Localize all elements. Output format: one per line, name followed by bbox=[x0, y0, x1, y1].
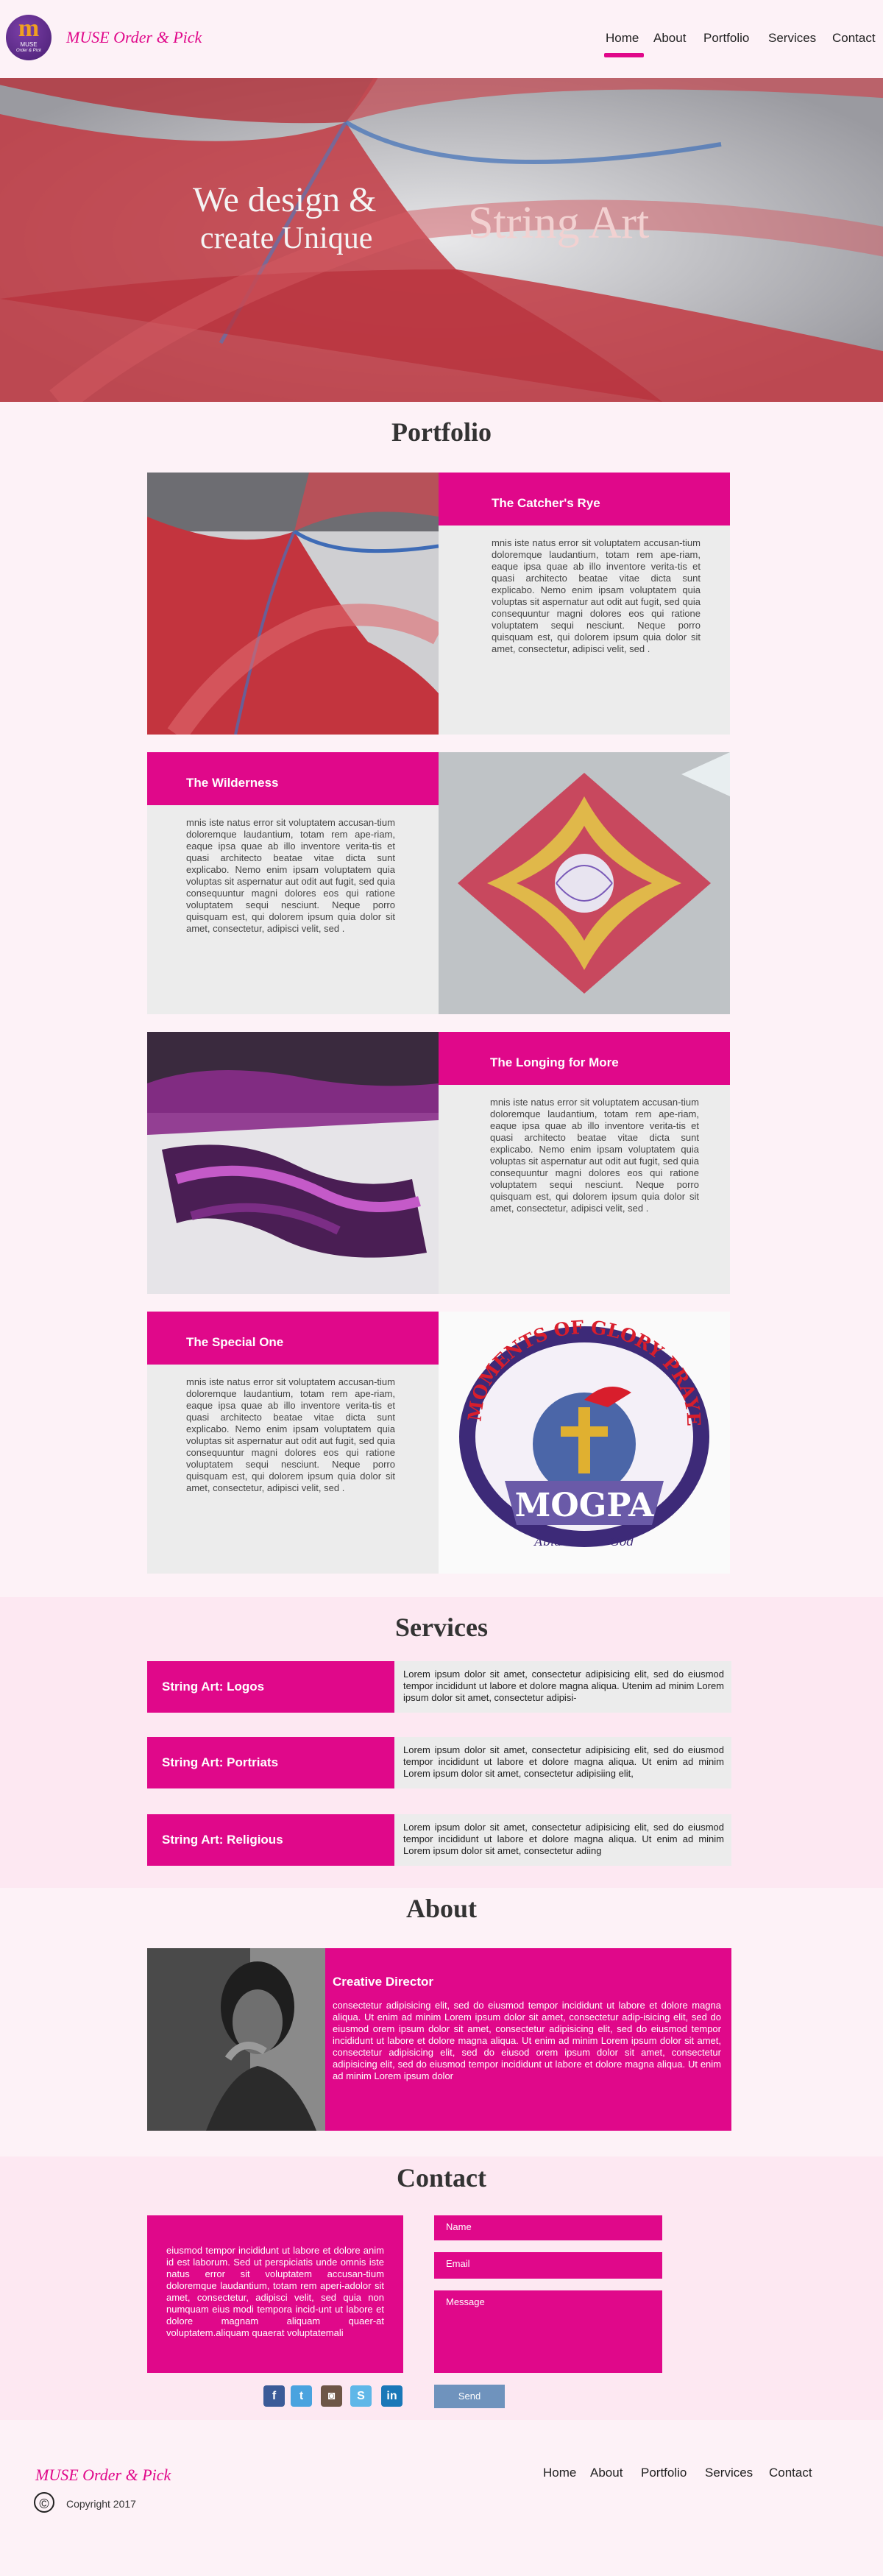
email-field[interactable]: Email bbox=[434, 2252, 662, 2279]
portfolio-item-text: mnis iste natus error sit voluptatem acc… bbox=[492, 537, 701, 654]
footer-nav-contact[interactable]: Contact bbox=[769, 2466, 812, 2480]
footer-nav-home[interactable]: Home bbox=[543, 2466, 576, 2480]
skype-icon[interactable]: S bbox=[350, 2385, 372, 2407]
contact-info-panel: eiusmod tempor incididunt ut labore et d… bbox=[147, 2215, 403, 2373]
portfolio-panel-3: The Longing for More mnis iste natus err… bbox=[439, 1032, 730, 1294]
footer-nav-services[interactable]: Services bbox=[705, 2466, 753, 2480]
portfolio-image-longing-for-more[interactable] bbox=[147, 1032, 439, 1294]
portfolio-image-special-one[interactable]: MOMENTS OF GLORY PRAYER ARMY MOGPA Abiaz… bbox=[439, 1312, 730, 1574]
name-field[interactable]: Name bbox=[434, 2215, 662, 2240]
service-description-text: Lorem ipsum dolor sit amet, consectetur … bbox=[403, 1744, 724, 1779]
facebook-icon[interactable]: f bbox=[263, 2385, 285, 2407]
message-field-placeholder: Message bbox=[446, 2296, 485, 2307]
service-description-religious: Lorem ipsum dolor sit amet, consectetur … bbox=[394, 1814, 731, 1866]
logo-letter: m bbox=[18, 15, 40, 42]
hero-string-art-image bbox=[0, 78, 883, 402]
portfolio-header-4: The Special One bbox=[147, 1312, 439, 1365]
portfolio-panel-4: The Special One mnis iste natus error si… bbox=[147, 1312, 439, 1574]
linkedin-icon[interactable]: in bbox=[381, 2385, 403, 2407]
service-label-religious[interactable]: String Art: Religious bbox=[147, 1814, 394, 1866]
instagram-icon[interactable]: ◙ bbox=[321, 2385, 342, 2407]
nav-about[interactable]: About bbox=[653, 31, 686, 46]
director-photo bbox=[147, 1948, 325, 2131]
hero-banner: We design & create Unique String Art bbox=[0, 78, 883, 402]
brand-name[interactable]: MUSE Order & Pick bbox=[66, 28, 202, 47]
about-title: About bbox=[405, 1894, 478, 1923]
portfolio-title: Portfolio bbox=[391, 417, 492, 447]
footer-brand[interactable]: MUSE Order & Pick bbox=[35, 2466, 171, 2485]
portfolio-item-title: The Wilderness bbox=[186, 776, 279, 790]
portfolio-header-2: The Wilderness bbox=[147, 752, 439, 805]
service-label-portraits[interactable]: String Art: Portriats bbox=[147, 1737, 394, 1788]
mogpa-motto: Abiaze - For God bbox=[533, 1535, 634, 1549]
portfolio-panel-1: The Catcher's Rye mnis iste natus error … bbox=[439, 473, 730, 735]
hero-headline-line2: create Unique bbox=[200, 222, 373, 255]
about-text: consectetur adipisicing elit, sed do eiu… bbox=[333, 2000, 721, 2081]
service-label-text: String Art: Logos bbox=[162, 1680, 265, 1694]
portfolio-panel-2: The Wilderness mnis iste natus error sit… bbox=[147, 752, 439, 1014]
send-button[interactable]: Send bbox=[434, 2385, 505, 2408]
logo[interactable]: m MUSE Order & Pick bbox=[6, 15, 52, 60]
active-nav-indicator bbox=[604, 53, 644, 57]
service-description-text: Lorem ipsum dolor sit amet, consectetur … bbox=[403, 1669, 724, 1703]
service-description-portraits: Lorem ipsum dolor sit amet, consectetur … bbox=[394, 1737, 731, 1788]
service-description-logos: Lorem ipsum dolor sit amet, consectetur … bbox=[394, 1661, 731, 1713]
site-header: m MUSE Order & Pick MUSE Order & Pick Ho… bbox=[0, 0, 883, 78]
hero-headline-accent: String Art bbox=[468, 198, 650, 248]
service-label-text: String Art: Religious bbox=[162, 1833, 283, 1847]
portfolio-header-3: The Longing for More bbox=[439, 1032, 730, 1085]
footer-nav-portfolio[interactable]: Portfolio bbox=[641, 2466, 687, 2480]
service-label-text: String Art: Portriats bbox=[162, 1755, 279, 1769]
service-description-text: Lorem ipsum dolor sit amet, consectetur … bbox=[403, 1822, 724, 1856]
name-field-placeholder: Name bbox=[446, 2221, 472, 2232]
portfolio-image-catchers-rye[interactable] bbox=[147, 473, 439, 735]
portfolio-image-wilderness[interactable] bbox=[439, 752, 730, 1014]
portfolio-item-title: The Special One bbox=[186, 1335, 284, 1349]
portfolio-item-text: mnis iste natus error sit voluptatem acc… bbox=[490, 1097, 699, 1214]
portfolio-item-title: The Catcher's Rye bbox=[492, 496, 600, 510]
nav-contact[interactable]: Contact bbox=[832, 31, 876, 46]
twitter-icon[interactable]: t bbox=[291, 2385, 312, 2407]
message-field[interactable]: Message bbox=[434, 2290, 662, 2373]
copyright-icon: © bbox=[34, 2492, 54, 2513]
contact-title: Contact bbox=[397, 2163, 486, 2193]
mogpa-logo-image: MOMENTS OF GLORY PRAYER ARMY MOGPA Abiaz… bbox=[439, 1312, 730, 1574]
nav-services[interactable]: Services bbox=[768, 31, 816, 46]
email-field-placeholder: Email bbox=[446, 2258, 470, 2269]
nav-home[interactable]: Home bbox=[606, 31, 639, 46]
nav-portfolio[interactable]: Portfolio bbox=[703, 31, 749, 46]
director-role: Creative Director bbox=[333, 1975, 434, 1989]
mogpa-acronym: MOGPA bbox=[515, 1487, 654, 1524]
copyright-text: Copyright 2017 bbox=[66, 2498, 136, 2510]
services-title: Services bbox=[395, 1613, 488, 1642]
logo-line1: MUSE bbox=[20, 41, 38, 48]
portfolio-header-1: The Catcher's Rye bbox=[439, 473, 730, 526]
portfolio-item-text: mnis iste natus error sit voluptatem acc… bbox=[186, 817, 395, 934]
service-label-logos[interactable]: String Art: Logos bbox=[147, 1661, 394, 1713]
portfolio-item-text: mnis iste natus error sit voluptatem acc… bbox=[186, 1376, 395, 1493]
contact-info-text: eiusmod tempor incididunt ut labore et d… bbox=[166, 2245, 384, 2338]
about-panel: Creative Director consectetur adipisicin… bbox=[325, 1948, 731, 2131]
logo-line2: Order & Pick bbox=[15, 49, 41, 53]
contact-section bbox=[0, 2156, 883, 2420]
footer-nav-about[interactable]: About bbox=[590, 2466, 623, 2480]
portfolio-item-title: The Longing for More bbox=[490, 1055, 619, 1069]
hero-headline-line1: We design & bbox=[193, 180, 377, 219]
